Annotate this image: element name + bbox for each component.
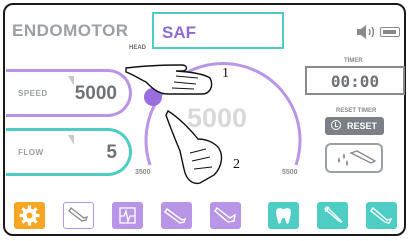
- handpiece-icon: [323, 206, 343, 223]
- pointing-hand-icon: [165, 110, 223, 185]
- clock-icon: [331, 120, 341, 130]
- handpiece-mode-1[interactable]: [63, 202, 94, 229]
- handpiece-mode-2[interactable]: [161, 202, 192, 229]
- dial-max-label: 5500: [282, 169, 298, 176]
- gear-icon: [19, 205, 40, 226]
- tooth-icon: [276, 208, 291, 224]
- handpiece-icon: [370, 206, 393, 224]
- timer-value: 00:00: [330, 72, 380, 91]
- surgical-button[interactable]: [366, 202, 397, 229]
- apex-icon: [119, 207, 136, 224]
- irrigation-icon: [338, 150, 377, 166]
- reset-button-label: RESET: [347, 121, 378, 131]
- apex-locator-button[interactable]: [112, 202, 143, 229]
- handpiece-mode-3[interactable]: [210, 202, 241, 229]
- handpiece-icon: [164, 208, 187, 224]
- settings-button[interactable]: [14, 202, 45, 229]
- endomotor-screen: ENDOMOTOR SAF HEAD SPEED 5000 FLOW 5 500…: [0, 0, 411, 241]
- handpiece-icon: [68, 207, 89, 222]
- annotation-1: 1: [222, 66, 229, 81]
- dial-min-label: 3500: [135, 169, 151, 176]
- handpiece-icon: [214, 206, 236, 223]
- reset-button[interactable]: RESET: [325, 117, 384, 135]
- scaler-button[interactable]: [317, 202, 348, 229]
- irrigation-button[interactable]: [325, 143, 383, 173]
- tooth-button[interactable]: [268, 202, 299, 229]
- annotation-2: 2: [233, 157, 240, 172]
- pointing-hand-icon: [125, 64, 213, 95]
- timer-label: TIMER: [344, 58, 363, 64]
- reset-timer-label: RESET TIMER: [336, 108, 377, 114]
- timer-display: 00:00: [305, 66, 405, 95]
